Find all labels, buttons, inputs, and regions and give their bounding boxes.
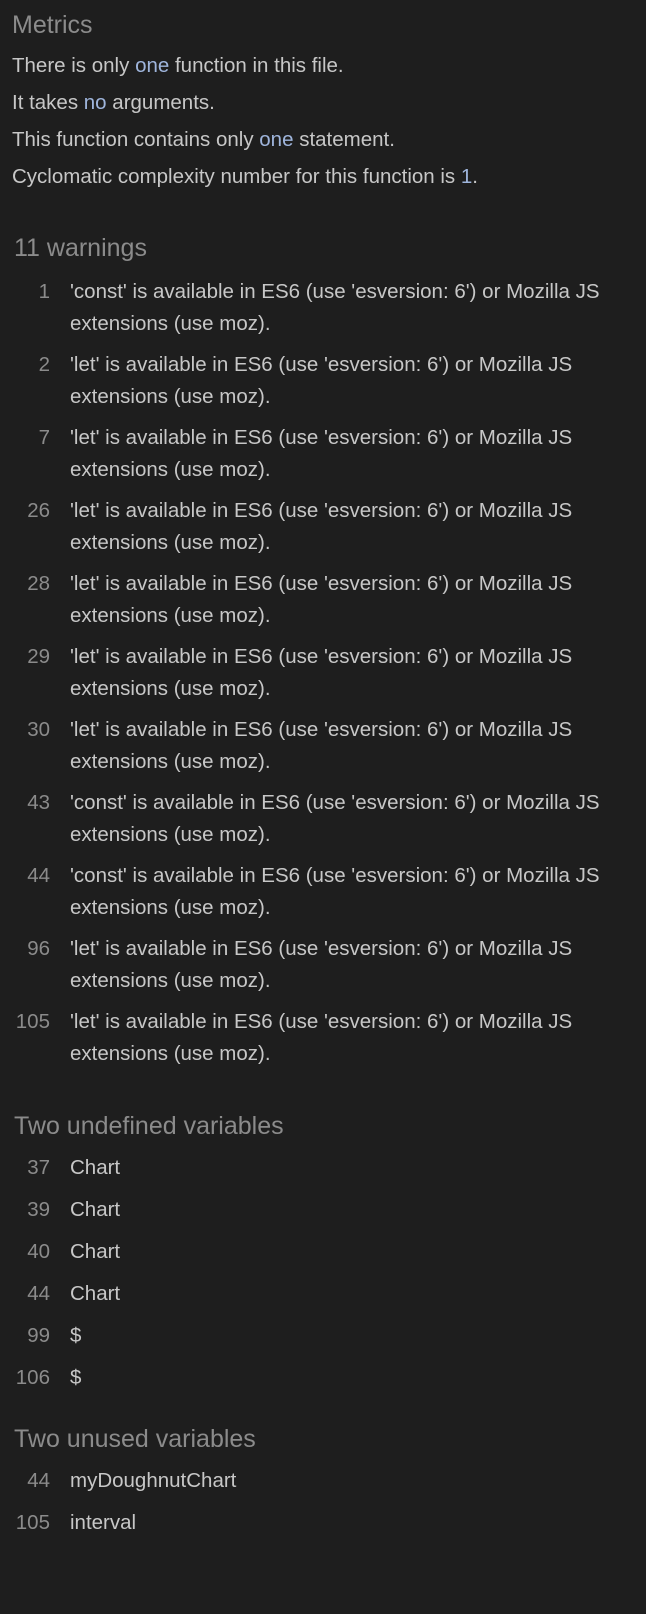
warning-row: 28 'let' is available in ES6 (use 'esvers… [12,568,634,631]
variable-row: 40 Chart [12,1236,634,1267]
metric-statements: This function contains only one statemen… [12,128,395,151]
warning-row: 43 'const' is available in ES6 (use 'esve… [12,787,634,850]
line-number: 39 [27,1198,50,1221]
line-number: 30 [27,718,50,741]
metric-value: one [259,128,294,151]
warning-row: 29 'let' is available in ES6 (use 'esvers… [12,641,634,704]
line-number: 96 [27,937,50,960]
variable-row: 44 Chart [12,1278,634,1309]
variable-row: 99 $ [12,1320,634,1351]
undefined-variables-list: 37 Chart 39 Chart 40 Chart 44 Chart 99 $ 106 $ [12,1152,634,1393]
metric-cyclomatic-complexity: Cyclomatic complexity number for this fu… [12,165,478,188]
line-number: 44 [27,864,50,887]
line-number: 7 [38,426,50,449]
line-number: 43 [27,791,50,814]
line-number: 29 [27,645,50,668]
warning-message: 'let' is available in ES6 (use 'esversio… [70,426,573,481]
line-number: 105 [15,1010,50,1033]
variable-name: Chart [70,1240,121,1263]
warning-message: 'let' is available in ES6 (use 'esversio… [70,499,573,554]
variable-name: Chart [70,1198,121,1221]
warning-message: 'const' is available in ES6 (use 'esvers… [70,864,600,919]
warning-message: 'const' is available in ES6 (use 'esvers… [70,791,600,846]
unused-variables-list: 44 myDoughnutChart 105 interval [12,1465,634,1538]
metric-function-count: There is only one function in this file. [12,54,344,77]
warnings-title: 11 warnings [14,234,147,262]
line-number: 2 [38,353,50,376]
line-number: 105 [15,1511,50,1534]
unused-variables-section: Two unused variables 44 myDoughnutChart 1… [12,1424,634,1538]
warnings-section: 11 warnings 1 'const' is available in ES6… [12,233,634,1069]
warning-message: 'let' is available in ES6 (use 'esversio… [70,1010,573,1065]
variable-row: 37 Chart [12,1152,634,1183]
warning-message: 'let' is available in ES6 (use 'esversio… [70,645,573,700]
variable-row: 44 myDoughnutChart [12,1465,634,1496]
metric-value: no [83,91,107,114]
warning-message: 'const' is available in ES6 (use 'esvers… [70,280,600,335]
line-number: 44 [27,1282,50,1305]
warning-row: 7 'let' is available in ES6 (use 'esversi… [12,422,634,485]
variable-row: 39 Chart [12,1194,634,1225]
warning-row: 44 'const' is available in ES6 (use 'esve… [12,860,634,923]
warnings-list: 1 'const' is available in ES6 (use 'esver… [12,276,634,1069]
line-number: 1 [38,280,50,303]
undefined-variables-title: Two undefined variables [14,1112,284,1140]
warning-message: 'let' is available in ES6 (use 'esversio… [70,937,573,992]
warning-row: 2 'let' is available in ES6 (use 'esversi… [12,349,634,412]
metrics-section: Metrics There is only one function in th… [12,0,634,195]
metrics-title: Metrics [12,11,93,39]
warning-row: 96 'let' is available in ES6 (use 'esvers… [12,933,634,996]
variable-row: 105 interval [12,1507,634,1538]
line-number: 99 [27,1324,50,1347]
line-number: 26 [27,499,50,522]
warning-row: 30 'let' is available in ES6 (use 'esvers… [12,714,634,777]
line-number: 40 [27,1240,50,1263]
unused-variables-title: Two unused variables [14,1425,256,1453]
jshint-report: Metrics There is only one function in th… [0,0,646,1538]
line-number: 106 [15,1366,50,1389]
warning-message: 'let' is available in ES6 (use 'esversio… [70,718,573,773]
line-number: 44 [27,1469,50,1492]
line-number: 28 [27,572,50,595]
undefined-variables-section: Two undefined variables 37 Chart 39 Chart … [12,1111,634,1393]
variable-name: $ [70,1324,82,1347]
variable-name: Chart [70,1156,121,1179]
variable-name: $ [70,1366,82,1389]
metric-value: 1 [460,165,473,188]
metric-arguments: It takes no arguments. [12,91,215,114]
variable-name: myDoughnutChart [70,1469,237,1492]
warning-message: 'let' is available in ES6 (use 'esversio… [70,353,573,408]
warning-message: 'let' is available in ES6 (use 'esversio… [70,572,573,627]
variable-name: Chart [70,1282,121,1305]
warning-row: 105 'let' is available in ES6 (use 'esver… [12,1006,634,1069]
variable-row: 106 $ [12,1362,634,1393]
variable-name: interval [70,1511,137,1534]
warning-row: 26 'let' is available in ES6 (use 'esvers… [12,495,634,558]
warning-row: 1 'const' is available in ES6 (use 'esver… [12,276,634,339]
metric-value: one [135,54,170,77]
line-number: 37 [27,1156,50,1179]
